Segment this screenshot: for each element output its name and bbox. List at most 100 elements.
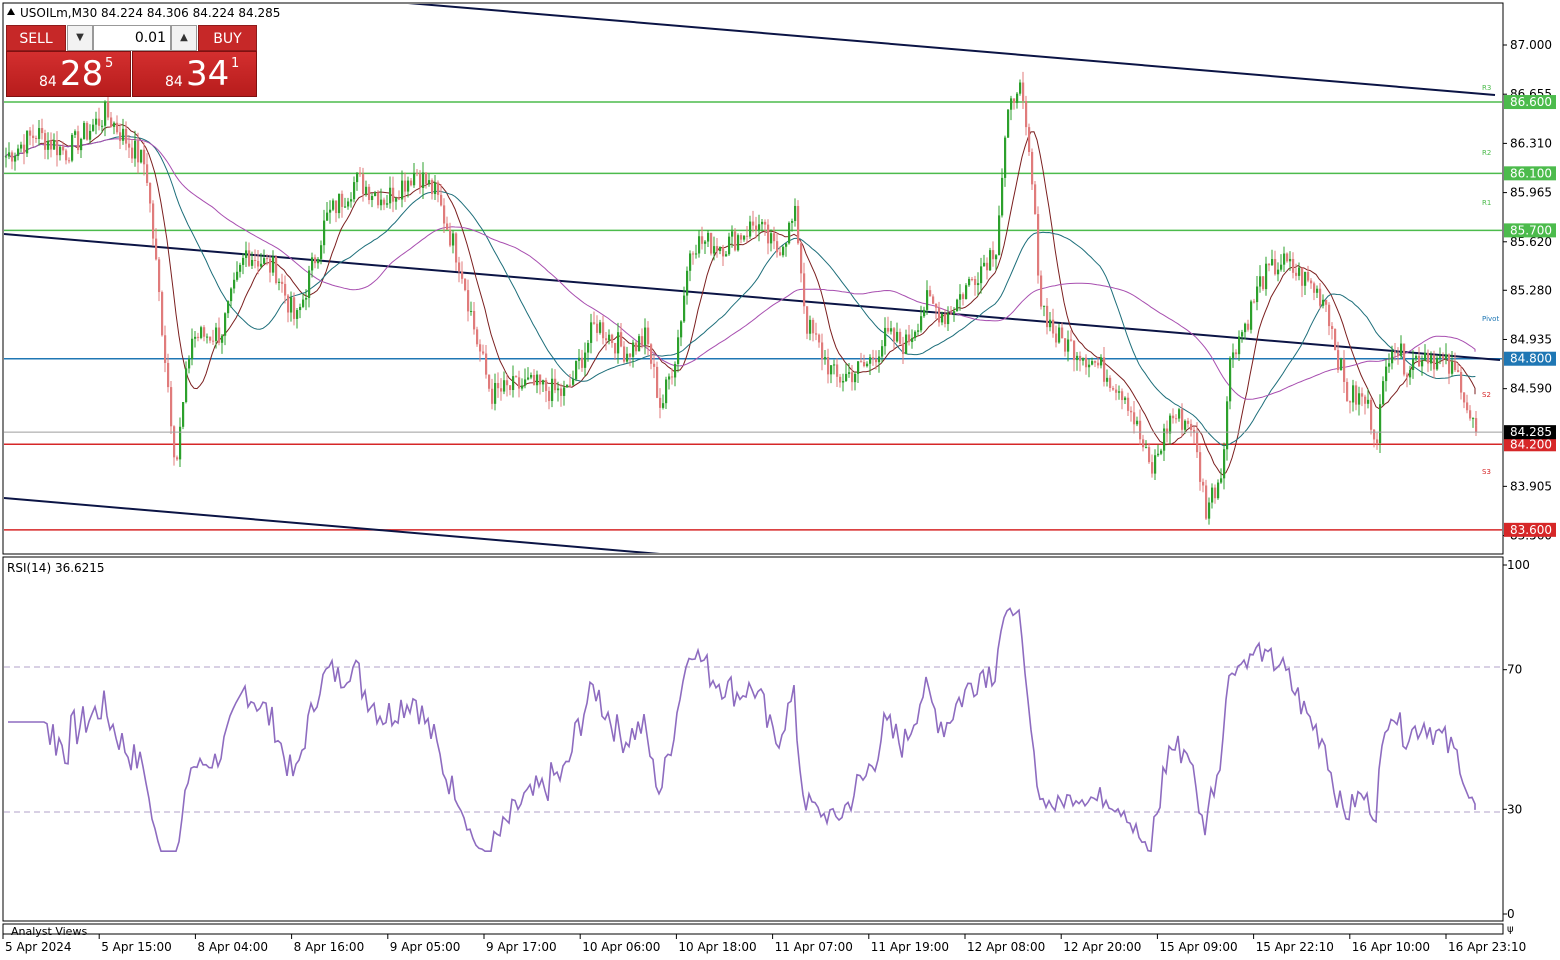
candle-body	[182, 402, 185, 427]
candle-body	[1223, 449, 1226, 479]
candle-body	[326, 212, 329, 221]
upper-trend-line[interactable]	[407, 3, 1496, 96]
chart-canvas[interactable]: R3R2R1PivotS2S3 87.00086.65586.31085.965…	[0, 0, 1560, 960]
candle-body	[473, 310, 476, 330]
lower-trend-line[interactable]	[4, 497, 661, 554]
candle-body	[1244, 323, 1247, 333]
candle-body	[659, 397, 662, 408]
candle-body	[728, 236, 731, 255]
collapse-triangle-icon[interactable]	[7, 8, 15, 15]
candle-body	[71, 134, 74, 161]
candle-body	[104, 101, 107, 126]
time-tick-label: 8 Apr 16:00	[294, 940, 365, 954]
candle-body	[398, 198, 401, 200]
buy-price-button[interactable]: 84 34 1	[132, 51, 257, 97]
candle-body	[1169, 415, 1172, 434]
price-tick-label: 84.590	[1510, 382, 1552, 396]
candle-body	[614, 343, 617, 354]
candle-body	[224, 313, 227, 336]
candle-body	[722, 246, 725, 257]
time-tick-label: 8 Apr 04:00	[197, 940, 268, 954]
candle-body	[431, 180, 434, 195]
support-resistance-levels	[4, 101, 1502, 531]
candle-body	[764, 221, 767, 225]
candle-body	[671, 376, 674, 378]
candle-body	[152, 203, 155, 239]
sell-price-button[interactable]: 84 28 5	[6, 51, 131, 97]
candle-body	[1319, 288, 1322, 306]
candle-body	[176, 457, 179, 460]
candle-body	[902, 343, 905, 355]
candle-body	[1412, 359, 1415, 371]
lot-size-input[interactable]	[93, 25, 171, 51]
candle-body	[416, 172, 419, 174]
candle-body	[986, 262, 989, 271]
candle-body	[1346, 381, 1349, 402]
candle-body	[851, 372, 854, 383]
candle-body	[731, 231, 734, 237]
analyst-views-label[interactable]: Analyst Views	[11, 925, 87, 938]
candle-body	[350, 199, 353, 202]
candle-body	[596, 323, 599, 333]
candle-body	[1214, 487, 1217, 499]
candle-body	[578, 357, 581, 361]
candle-body	[1142, 439, 1145, 448]
time-tick-label: 16 Apr 10:00	[1352, 940, 1430, 954]
candle-body	[623, 346, 626, 362]
candle-body	[113, 122, 116, 127]
candle-body	[338, 193, 341, 214]
buy-button[interactable]: BUY	[198, 25, 257, 51]
lot-increase-button[interactable]: ▲	[171, 25, 197, 51]
price-tick-label: 83.905	[1510, 479, 1552, 493]
candle-body	[245, 250, 248, 258]
lot-decrease-button[interactable]: ▼	[67, 25, 93, 51]
sell-button[interactable]: SELL	[6, 25, 66, 51]
candle-body	[89, 130, 92, 140]
candle-body	[1109, 377, 1112, 388]
candle-body	[170, 387, 173, 427]
candle-body	[1466, 402, 1469, 411]
candle-body	[449, 229, 452, 246]
candle-body	[149, 182, 152, 204]
candle-body	[1253, 301, 1256, 303]
candle-body	[1022, 82, 1025, 101]
candle-body	[308, 270, 311, 298]
candle-body	[41, 128, 44, 134]
time-tick-label: 10 Apr 18:00	[678, 940, 756, 954]
candle-body	[236, 271, 239, 280]
sell-price-main: 28	[60, 54, 104, 94]
candle-body	[1091, 361, 1094, 365]
time-tick-label: 11 Apr 19:00	[871, 940, 949, 954]
candle-body	[422, 172, 425, 188]
middle-trend-line[interactable]	[4, 233, 1501, 361]
candle-body	[1133, 412, 1136, 425]
candle-body	[563, 387, 566, 396]
candle-body	[998, 215, 1001, 256]
candle-body	[161, 292, 164, 336]
candle-body	[740, 235, 743, 240]
candle-body	[1298, 267, 1301, 276]
candle-body	[1436, 357, 1439, 370]
candle-body	[86, 122, 89, 140]
candle-body	[1196, 432, 1199, 453]
candle-body	[452, 233, 455, 246]
candle-body	[656, 366, 659, 398]
candle-body	[1262, 276, 1265, 290]
candle-body	[371, 196, 374, 201]
candle-body	[1106, 377, 1109, 382]
ma-slow-line	[4, 138, 1476, 400]
candle-body	[1235, 352, 1238, 355]
time-tick-label: 5 Apr 2024	[5, 940, 72, 954]
candle-body	[1475, 425, 1478, 433]
candle-body	[476, 329, 479, 345]
candle-body	[188, 358, 191, 369]
candle-body	[713, 246, 716, 254]
candle-body	[878, 356, 881, 363]
candle-body	[1463, 392, 1466, 403]
candle-body	[830, 365, 833, 375]
candle-body	[692, 253, 695, 255]
candle-body	[752, 221, 755, 226]
candle-body	[1124, 397, 1127, 401]
candle-body	[896, 331, 899, 342]
candle-body	[278, 281, 281, 283]
